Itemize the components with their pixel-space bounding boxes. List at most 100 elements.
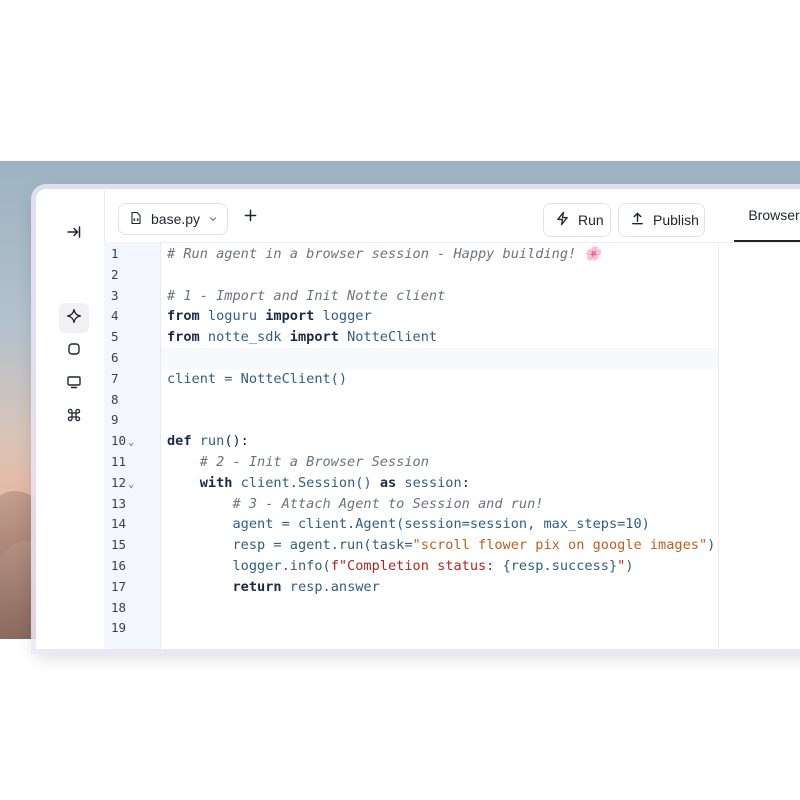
chevron-down-icon[interactable] (208, 211, 218, 227)
line-number: 10 ⌄ (104, 431, 160, 452)
code-token: ) (625, 558, 634, 574)
run-label: Run (578, 212, 604, 228)
code-token: client.Session() (232, 474, 380, 491)
code-line[interactable] (161, 618, 718, 639)
code-line[interactable]: from notte_sdk import NotteClient (161, 327, 718, 348)
code-token: session (396, 474, 462, 491)
code-line-text: from notte_sdk import NotteClient (167, 327, 437, 348)
fold-chevron-icon[interactable]: ⌄ (128, 479, 134, 490)
monitor-button[interactable] (59, 369, 89, 399)
code-area[interactable]: # Run agent in a browser session - Happy… (161, 242, 718, 649)
line-number: 17 (104, 577, 160, 598)
command-button[interactable] (59, 402, 89, 432)
code-editor[interactable]: 1 2 3 4 5 6 7 8 9 10 ⌄ 11 12 ⌄ 13 14 15 16 17 18 19 # Run ag… (104, 242, 718, 649)
code-token: # 2 - Init a Browser Session (167, 454, 429, 470)
code-line[interactable]: return resp.answer (161, 577, 718, 598)
line-number-text: 15 (111, 537, 127, 553)
line-number: 18 (104, 598, 160, 619)
collapse-sidebar-icon (66, 224, 82, 245)
line-number-text: 10 (111, 433, 127, 449)
line-number: 15 (104, 535, 160, 556)
line-number-gutter: 1 2 3 4 5 6 7 8 9 10 ⌄ 11 12 ⌄ 13 14 15 16 17 18 19 (104, 242, 161, 649)
line-number-text: 5 (111, 329, 119, 345)
code-token: resp.answer (281, 578, 380, 595)
code-line[interactable] (161, 265, 718, 286)
code-token: import (289, 329, 339, 346)
panel-divider[interactable] (718, 242, 719, 649)
line-number-text: 1 (111, 246, 119, 261)
collapse-sidebar-button[interactable] (59, 219, 89, 249)
line-number: 11 (104, 452, 160, 473)
code-token: (): (224, 433, 249, 450)
code-line-text: client = NotteClient() (167, 369, 347, 390)
code-line[interactable] (161, 410, 718, 431)
code-line[interactable]: logger.info(f"Completion status: {resp.s… (161, 556, 718, 577)
command-icon (66, 407, 82, 428)
line-number: 2 (104, 265, 160, 286)
publish-button[interactable]: Publish (618, 203, 705, 237)
code-line[interactable]: resp = agent.run(task="scroll flower pix… (161, 535, 718, 556)
tab-browser[interactable]: Browser (734, 189, 800, 242)
line-number-text: 2 (111, 266, 119, 282)
code-token: from (167, 308, 200, 325)
code-token: logger (314, 308, 372, 325)
code-line[interactable]: from loguru import logger (161, 306, 718, 327)
code-token: logger.info( (167, 558, 331, 574)
code-file-icon (129, 211, 143, 228)
code-line-text: # Run agent in a browser session - Happy… (167, 244, 601, 265)
line-number-text: 12 (111, 474, 127, 490)
left-rail (36, 189, 105, 649)
line-number: 16 (104, 556, 160, 577)
code-line[interactable]: # 1 - Import and Init Notte client (161, 286, 718, 307)
run-button[interactable]: Run (543, 203, 611, 237)
code-line[interactable]: # 3 - Attach Agent to Session and run! (161, 494, 718, 515)
code-line-text: resp = agent.run(task="scroll flower pix… (167, 535, 715, 556)
line-number: 5 (104, 327, 160, 348)
upload-icon (630, 211, 645, 229)
code-line[interactable]: def run(): (161, 431, 718, 452)
code-token: def (167, 433, 192, 450)
code-token: run (191, 433, 225, 450)
line-number-text: 13 (111, 495, 127, 511)
monitor-icon (66, 374, 82, 395)
code-token: # Run agent in a browser session - Happy… (167, 246, 602, 262)
code-line[interactable] (161, 598, 718, 619)
code-line[interactable]: # 2 - Init a Browser Session (161, 452, 718, 473)
code-token: # 1 - Import and Init Notte client (167, 287, 446, 304)
code-line-text: # 3 - Attach Agent to Session and run! (167, 494, 543, 515)
code-line-text: agent = client.Agent(session=session, ma… (167, 514, 650, 535)
code-token: from (167, 329, 200, 346)
code-token: : (461, 474, 470, 491)
code-line[interactable] (161, 348, 718, 369)
code-token: notte_sdk (199, 329, 290, 346)
code-token: "scroll flower pix on google images" (412, 537, 708, 554)
code-line[interactable]: with client.Session() as session: (161, 473, 718, 494)
new-file-button[interactable] (238, 206, 262, 230)
line-number: 13 (104, 494, 160, 515)
code-line[interactable] (161, 390, 718, 411)
file-tab[interactable]: base.py (118, 203, 228, 235)
line-number: 8 (104, 390, 160, 411)
line-number-text: 14 (111, 516, 127, 532)
line-number-text: 18 (111, 599, 127, 615)
line-number: 6 (104, 348, 160, 369)
line-number-text: 4 (111, 308, 119, 324)
session-button[interactable] (59, 336, 89, 366)
code-token: NotteClient (338, 329, 438, 346)
code-line[interactable]: client = NotteClient() (161, 369, 718, 390)
app-window: base.py Run Publish Browser 12 3 4 5 6 7… (36, 189, 800, 649)
code-line-text: return resp.answer (167, 577, 380, 598)
line-number-text: 8 (111, 391, 119, 407)
code-token: agent = client.Agent(session=session, ma… (167, 516, 650, 533)
code-token: resp = agent.run(task= (167, 537, 413, 554)
agent-sparkle-button[interactable] (59, 303, 89, 333)
code-line[interactable]: agent = client.Agent(session=session, ma… (161, 514, 718, 535)
line-number: 1 (104, 244, 160, 265)
file-tab-label: base.py (151, 211, 201, 227)
code-line[interactable]: # Run agent in a browser session - Happy… (161, 244, 718, 265)
lightning-bolt-icon (555, 211, 570, 229)
code-token: loguru (199, 308, 266, 325)
fold-chevron-icon[interactable]: ⌄ (128, 437, 134, 448)
